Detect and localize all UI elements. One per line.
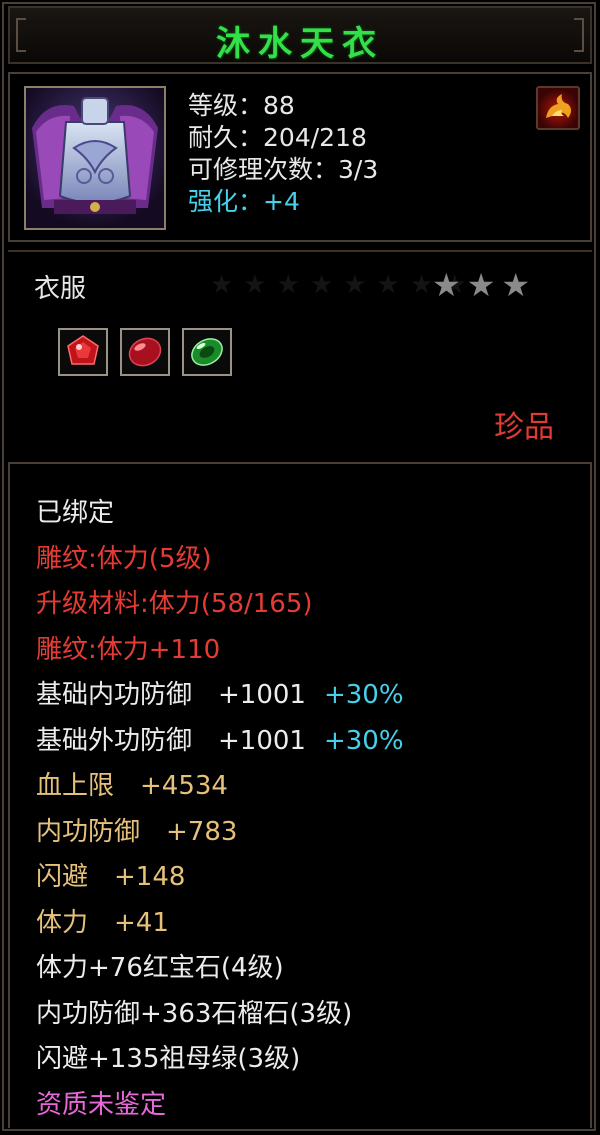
star-icon: ★	[466, 266, 502, 304]
stat-durability-value: 204/218	[263, 123, 367, 152]
attribute-text: 已绑定	[36, 498, 115, 528]
attribute-line: 闪避+135祖母绿(3级)	[36, 1038, 300, 1075]
stat-level-label: 等级：	[188, 91, 264, 120]
attribute-text: 升级材料:体力(58/165)	[36, 589, 313, 619]
attribute-text: 内功防御 +783	[36, 816, 238, 847]
attribute-line: 血上限 +4534	[36, 765, 228, 802]
star-rating: ★★★	[432, 266, 536, 304]
attribute-line: 体力+76红宝石(4级)	[36, 947, 284, 984]
attribute-line: 资质未鉴定	[36, 1084, 166, 1121]
stat-repair-count-value: 3/3	[338, 155, 379, 184]
attribute-text: 基础外功防御 +1001	[36, 725, 306, 756]
attribute-line: 体力 +41	[36, 902, 169, 939]
socket-gem-emerald[interactable]	[182, 328, 232, 376]
attribute-text: 资质未鉴定	[36, 1089, 167, 1120]
attribute-text: 闪避 +148	[36, 862, 186, 892]
attribute-line: 基础内功防御 +1001 +30%	[36, 674, 404, 711]
stat-durability-label: 耐久：	[188, 123, 264, 152]
attribute-text: 闪避+135祖母绿(3级)	[36, 1044, 301, 1074]
garnet-gem-icon	[128, 337, 162, 367]
rarity-label: 珍品	[494, 410, 554, 445]
item-category: 衣服	[34, 274, 87, 304]
attribute-line: 基础外功防御 +1001 +30%	[36, 720, 404, 757]
attribute-text: 雕纹:体力+110	[36, 634, 221, 665]
attribute-line: 内功防御 +783	[36, 811, 237, 848]
stat-repair-count-label: 可修理次数：	[188, 155, 339, 184]
attribute-line: 闪避 +148	[36, 856, 185, 893]
stat-enhance-value: +4	[263, 187, 300, 216]
stat-level: 等级：88	[188, 86, 295, 122]
attribute-percent: +30%	[323, 725, 404, 756]
attribute-text: 体力+76红宝石(4级)	[36, 953, 284, 983]
attribute-text: 血上限 +4534	[36, 771, 228, 801]
attribute-line: 雕纹:体力(5级)	[36, 538, 212, 575]
attribute-line: 升级材料:体力(58/165)	[36, 583, 313, 620]
section-divider	[8, 250, 592, 252]
star-icon: ★	[432, 266, 467, 304]
stat-durability: 耐久：204/218	[188, 118, 367, 154]
ruby-gem-icon	[67, 335, 99, 365]
attribute-percent: +30%	[323, 680, 404, 710]
emerald-gem-icon	[191, 338, 223, 366]
attribute-line: 已绑定	[36, 492, 114, 529]
attribute-text: 体力 +41	[36, 907, 169, 938]
star-icon: ★	[501, 266, 537, 304]
item-name: 沐水天衣	[216, 24, 384, 64]
attribute-text: 基础内功防御 +1001	[36, 680, 306, 710]
stat-level-value: 88	[263, 91, 295, 120]
stat-enhance-label: 强化：	[188, 187, 264, 216]
attribute-text: 内功防御+363石榴石(3级)	[36, 998, 353, 1029]
attribute-text: 雕纹:体力(5级)	[36, 543, 212, 574]
stat-enhance: 强化：+4	[188, 182, 300, 218]
attribute-line: 内功防御+363石榴石(3级)	[36, 993, 352, 1030]
armor-portrait-icon	[24, 86, 166, 230]
stat-repair-count: 可修理次数：3/3	[188, 150, 378, 186]
attribute-line: 雕纹:体力+110	[36, 629, 220, 666]
socket-gem-ruby[interactable]	[58, 328, 108, 376]
socket-gem-garnet[interactable]	[120, 328, 170, 376]
fire-element-icon	[536, 86, 580, 130]
title-bar: 沐水天衣	[8, 6, 592, 64]
